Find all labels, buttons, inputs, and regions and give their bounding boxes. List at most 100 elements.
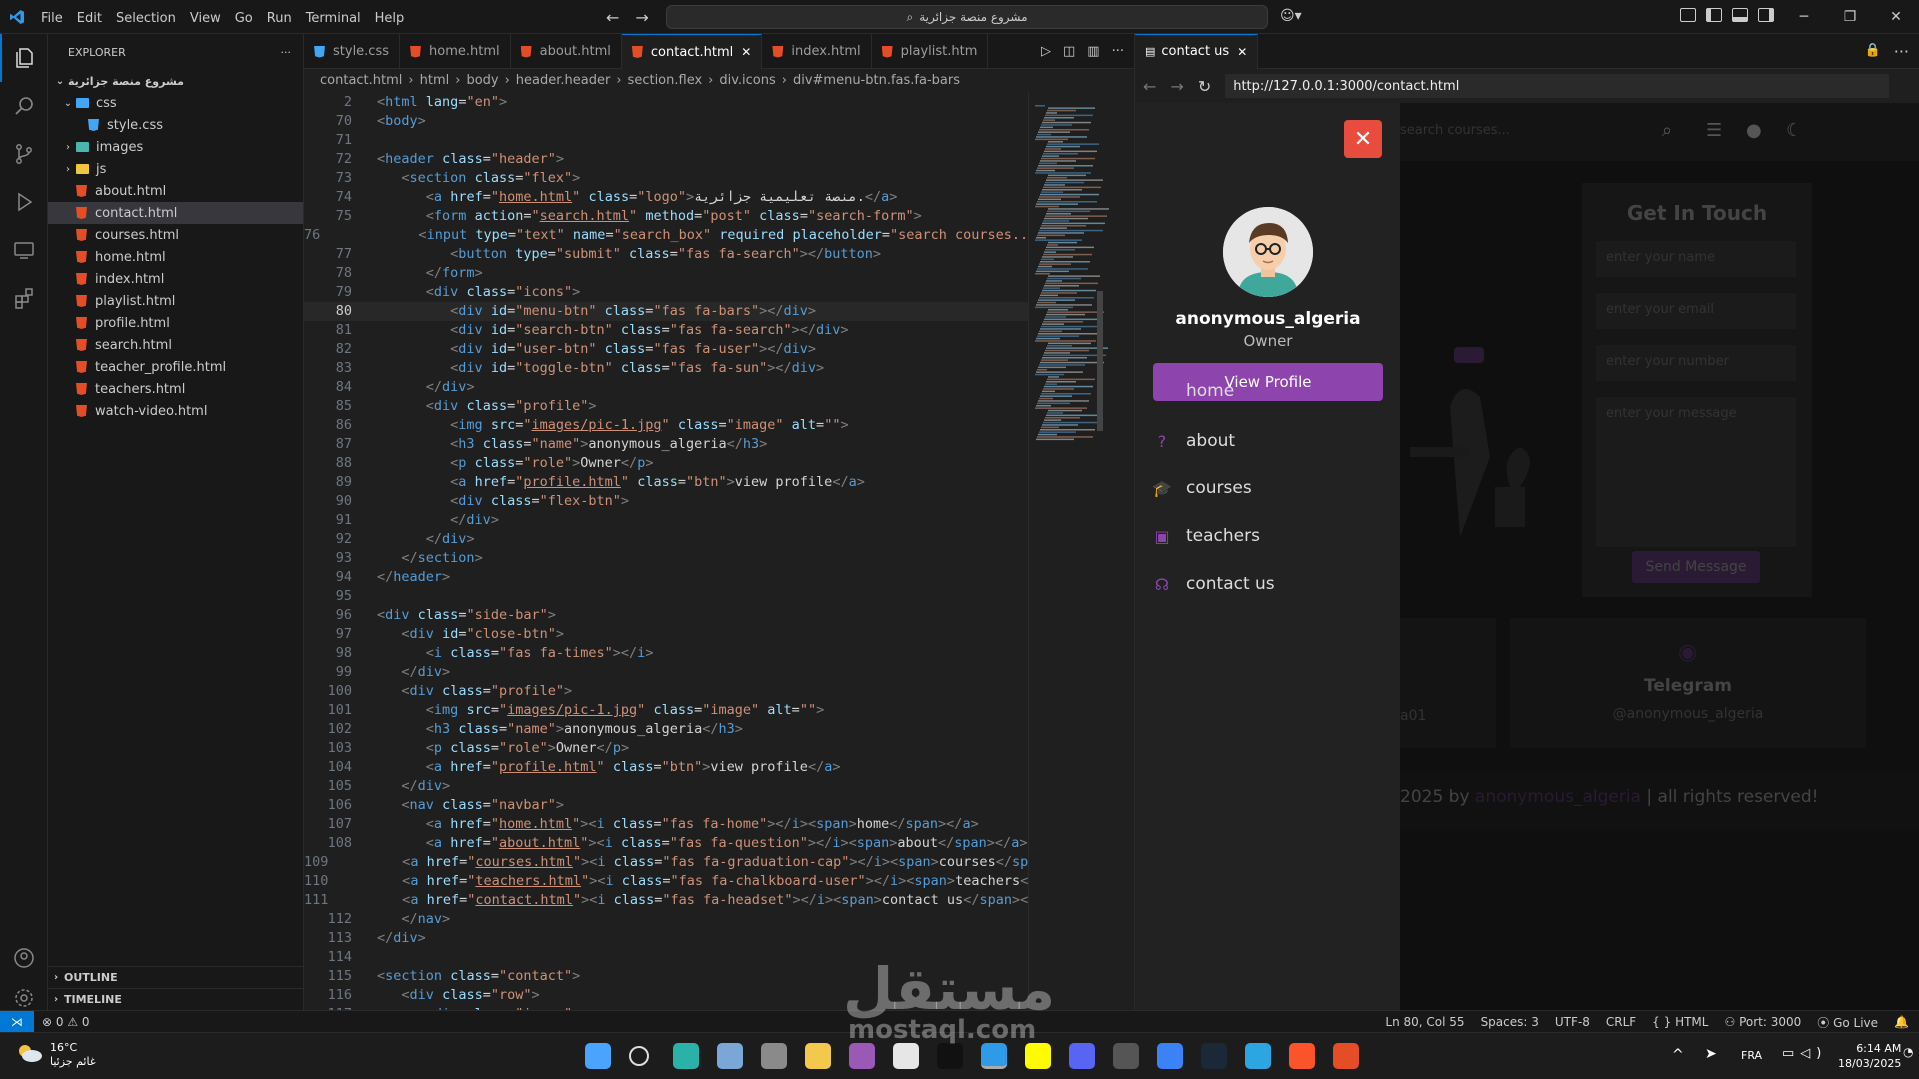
store-icon[interactable] — [893, 1043, 919, 1069]
lock-icon[interactable]: 🔒 — [1865, 43, 1881, 58]
menu-help[interactable]: Help — [368, 11, 412, 26]
code-line[interactable]: 101 <img src="images/pic-1.jpg" class="i… — [304, 701, 1028, 720]
start-menu-icon[interactable] — [585, 1043, 611, 1069]
code-line[interactable]: 74 <a href="home.html" class="logo">منصة… — [304, 188, 1028, 207]
code-line[interactable]: 76 <input type="text" name="search_box" … — [304, 226, 1028, 245]
code-line[interactable]: 73 <section class="flex"> — [304, 169, 1028, 188]
code-line[interactable]: 111 <a href="contact.html"><i class="fas… — [304, 891, 1028, 910]
menu-bars-icon[interactable]: ☰ — [1706, 120, 1722, 141]
tree-item-js[interactable]: › js — [48, 158, 303, 180]
port-indicator[interactable]: ⚇ Port: 3000 — [1724, 1015, 1801, 1029]
code-line[interactable]: 110 <a href="teachers.html"><i class="fa… — [304, 872, 1028, 891]
encoding[interactable]: UTF-8 — [1555, 1015, 1590, 1029]
explorer-icon[interactable] — [0, 34, 48, 82]
code-line[interactable]: 102 <h3 class="name">anonymous_algeria</… — [304, 720, 1028, 739]
code-line[interactable]: 107 <a href="home.html"><i class="fas fa… — [304, 815, 1028, 834]
footer-link[interactable]: anonymous_algeria — [1475, 787, 1641, 807]
scrollbar-thumb[interactable] — [1097, 291, 1103, 431]
notification-icon[interactable]: ◔ — [1903, 1045, 1913, 1059]
tree-item-teacher_profile-html[interactable]: teacher_profile.html — [48, 356, 303, 378]
code-line[interactable]: 99 </div> — [304, 663, 1028, 682]
code-line[interactable]: 2 <html lang="en"> — [304, 93, 1028, 112]
search-box[interactable]: search courses... — [1400, 123, 1510, 138]
network-volume-icon[interactable]: ▭◁) — [1782, 1046, 1827, 1061]
form-input[interactable]: enter your email — [1596, 293, 1796, 329]
calculator-icon[interactable] — [761, 1043, 787, 1069]
breadcrumb-item[interactable]: div#menu-btn.fas.fa-bars — [793, 73, 960, 88]
file-explorer-icon[interactable] — [717, 1043, 743, 1069]
notifications-bell-icon[interactable]: 🔔 — [1894, 1015, 1909, 1029]
weather-widget[interactable]: 16°C غائم جزئيا — [50, 1041, 96, 1069]
code-line[interactable]: 109 <a href="courses.html"><i class="fas… — [304, 853, 1028, 872]
tab-about-html[interactable]: about.html — [511, 34, 622, 69]
command-center[interactable]: ⌕ مشروع منصة جزائرية — [666, 5, 1268, 29]
tree-item-contact-html[interactable]: contact.html — [48, 202, 303, 224]
close-tab-icon[interactable]: ✕ — [741, 45, 751, 59]
code-line[interactable]: 80 <div id="menu-btn" class="fas fa-bars… — [304, 302, 1028, 321]
remote-indicator-icon[interactable]: ⋊ — [0, 1010, 34, 1033]
source-control-icon[interactable] — [0, 130, 48, 178]
toggle-secondary-sidebar-icon[interactable] — [1758, 8, 1774, 22]
menu-go[interactable]: Go — [228, 11, 260, 26]
code-line[interactable]: 75 <form action="search.html" method="po… — [304, 207, 1028, 226]
brave-icon[interactable] — [1289, 1043, 1315, 1069]
nav-link-courses[interactable]: 🎓 courses — [1152, 478, 1252, 498]
folder-icon[interactable] — [805, 1043, 831, 1069]
nav-link-teachers[interactable]: ▣ teachers — [1152, 526, 1260, 546]
obs-icon[interactable] — [1113, 1043, 1139, 1069]
breadcrumb-item[interactable]: body — [466, 73, 498, 88]
tree-item-about-html[interactable]: about.html — [48, 180, 303, 202]
code-line[interactable]: 91 </div> — [304, 511, 1028, 530]
code-editor[interactable]: 2 <html lang="en"> 70 <body> 71 72 <header cla… — [304, 93, 1028, 1010]
breadcrumb-item[interactable]: div.icons — [719, 73, 775, 88]
more-actions-icon[interactable]: ··· — [281, 46, 292, 59]
menu-run[interactable]: Run — [260, 11, 299, 26]
url-bar[interactable]: http://127.0.0.1:3000/contact.html — [1225, 74, 1889, 98]
user-icon[interactable]: ● — [1746, 120, 1762, 141]
app-purple-icon[interactable] — [849, 1043, 875, 1069]
breadcrumb-item[interactable]: header.header — [516, 73, 611, 88]
run-icon[interactable]: ▷ — [1041, 44, 1051, 59]
code-line[interactable]: 90 <div class="flex-btn"> — [304, 492, 1028, 511]
back-arrow-icon[interactable]: ← — [1143, 77, 1156, 96]
project-root[interactable]: ⌄ مشروع منصة جزائرية — [48, 70, 303, 92]
tab-playlist-htm[interactable]: playlist.htm — [872, 34, 989, 69]
code-line[interactable]: 70 <body> — [304, 112, 1028, 131]
code-line[interactable]: 103 <p class="role">Owner</p> — [304, 739, 1028, 758]
steam-icon[interactable] — [1201, 1043, 1227, 1069]
menu-terminal[interactable]: Terminal — [299, 11, 368, 26]
nav-link-home[interactable]: ⌂ home — [1152, 381, 1234, 401]
chrome-icon[interactable] — [1333, 1043, 1359, 1069]
tree-item-index-html[interactable]: index.html — [48, 268, 303, 290]
moon-icon[interactable]: ☾ — [1786, 120, 1802, 141]
code-line[interactable]: 79 <div class="icons"> — [304, 283, 1028, 302]
breadcrumb-item[interactable]: html — [420, 73, 450, 88]
forward-arrow-icon[interactable]: → — [635, 8, 648, 27]
code-line[interactable]: 89 <a href="profile.html" class="btn">vi… — [304, 473, 1028, 492]
code-line[interactable]: 104 <a href="profile.html" class="btn">v… — [304, 758, 1028, 777]
copilot-icon[interactable]: ☺▾ — [1280, 8, 1302, 24]
tree-item-search-html[interactable]: search.html — [48, 334, 303, 356]
code-line[interactable]: 85 <div class="profile"> — [304, 397, 1028, 416]
tree-item-style-css[interactable]: style.css — [48, 114, 303, 136]
tree-item-watch-video-html[interactable]: watch-video.html — [48, 400, 303, 422]
show-hidden-icons-chevron-icon[interactable]: ^ — [1672, 1047, 1684, 1063]
breadcrumb-item[interactable]: contact.html — [320, 73, 402, 88]
problems-indicator[interactable]: ⊗ 0 ⚠ 0 — [42, 1015, 90, 1029]
tab-home-html[interactable]: home.html — [400, 34, 511, 69]
form-input[interactable]: enter your name — [1596, 241, 1796, 277]
forward-arrow-icon[interactable]: → — [1170, 77, 1183, 96]
code-line[interactable]: 87 <h3 class="name">anonymous_algeria</h… — [304, 435, 1028, 454]
tab-style-css[interactable]: style.css — [304, 34, 400, 69]
code-line[interactable]: 77 <button type="submit" class="fas fa-s… — [304, 245, 1028, 264]
tree-item-teachers-html[interactable]: teachers.html — [48, 378, 303, 400]
menu-edit[interactable]: Edit — [70, 11, 109, 26]
restore-icon[interactable]: ❐ — [1827, 9, 1873, 25]
code-line[interactable]: 92 </div> — [304, 530, 1028, 549]
messenger-icon[interactable] — [1157, 1043, 1183, 1069]
go-live-button[interactable]: ⦿ Go Live — [1817, 1014, 1878, 1031]
code-line[interactable]: 108 <a href="about.html"><i class="fas f… — [304, 834, 1028, 853]
tree-item-courses-html[interactable]: courses.html — [48, 224, 303, 246]
timeline-section[interactable]: › TIMELINE — [48, 988, 304, 1010]
snapchat-icon[interactable] — [1025, 1043, 1051, 1069]
